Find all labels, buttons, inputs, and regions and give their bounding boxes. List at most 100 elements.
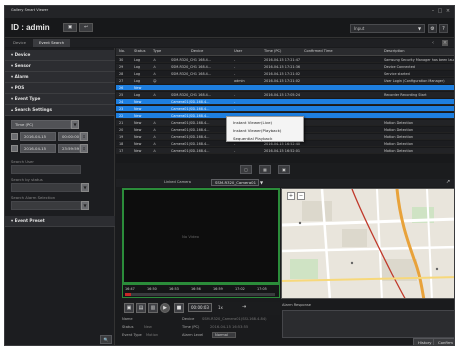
table-row[interactable]: 26 New [116, 85, 454, 91]
table-row[interactable]: 24 New Camera01(SSI-168.4... - [116, 99, 454, 105]
maximize-icon[interactable]: □ [437, 8, 443, 14]
search-status-select[interactable] [11, 183, 81, 192]
search-input[interactable]: Input [350, 24, 425, 33]
cell-status: New [134, 113, 142, 118]
play-icon[interactable]: ▶ [160, 303, 170, 313]
section-pos[interactable]: ▾ POS [5, 83, 115, 94]
tab-restore-icon[interactable]: ‹ [430, 40, 436, 46]
time-from-spinner[interactable]: ⇕ [80, 132, 88, 141]
col-status[interactable]: Status [134, 49, 145, 53]
timeline[interactable]: 16:47 16:50 16:53 16:56 16:59 17:02 17:0… [122, 284, 280, 298]
grid-header: No. Status Type Device User Time (PC) Co… [116, 48, 454, 56]
time-to-input[interactable]: 23:59:59 [58, 144, 80, 153]
cell-desc: Recorder Recording Start [384, 92, 427, 97]
menu-item-sequential-playback[interactable]: Sequential Playback [233, 136, 272, 141]
menu-item-instant-live[interactable]: Instant Viewer(Live) [233, 120, 272, 125]
search-alarm-select[interactable] [11, 201, 81, 210]
layout-split-button[interactable]: ▦ [259, 165, 271, 174]
confirm-button[interactable]: Confirm [433, 338, 454, 345]
date-from-input[interactable]: 2016-04-15 [20, 132, 56, 141]
cell-type: ⚠ [153, 134, 157, 139]
chevron-down-icon[interactable]: ▼ [418, 26, 421, 31]
linked-camera-select[interactable]: SSM-R320_Camera01 [211, 179, 259, 186]
cell-status: New [134, 99, 142, 104]
menu-item-instant-playback[interactable]: Instant Viewer(Playback) [233, 128, 281, 133]
zoom-out-icon[interactable]: − [297, 192, 305, 200]
print-icon[interactable]: ▤ [136, 303, 146, 313]
cell-status: Log [134, 71, 141, 76]
cell-time: 2016-04-15 17:21:36 [264, 64, 301, 69]
export-icon[interactable]: ▥ [148, 303, 158, 313]
search-user-input[interactable] [11, 165, 81, 174]
timeline-record-segment [125, 293, 131, 296]
time-type-select[interactable]: Time (PC) [11, 120, 71, 129]
search-button[interactable]: 🔍 [100, 335, 112, 344]
time-value: 2016-04-15 16:53:55 [210, 325, 249, 329]
cell-no: 24 [119, 99, 124, 104]
col-description[interactable]: Description [384, 49, 404, 53]
section-sensor[interactable]: ▾ Sensor [5, 61, 115, 72]
section-event-preset[interactable]: ▾ Event Preset [5, 216, 115, 227]
gear-icon[interactable]: ⚙ [428, 24, 437, 33]
chevron-down-icon[interactable]: ▼ [81, 201, 89, 210]
timeline-track[interactable] [125, 293, 275, 296]
logout-icon[interactable]: ↩ [79, 23, 93, 32]
section-alarm[interactable]: ▾ Alarm [5, 72, 115, 83]
section-search-settings[interactable]: ▴ Search Settings [5, 105, 115, 116]
video-viewer[interactable]: No Video [122, 188, 280, 284]
col-type[interactable]: Type [153, 49, 161, 53]
cell-device: Camera01(SSI-168.4... [171, 106, 210, 111]
cell-status: Log [134, 92, 141, 97]
stop-icon[interactable]: ■ [174, 303, 184, 313]
section-event-type[interactable]: ▾ Event Type [5, 94, 115, 105]
table-row[interactable]: 25 Log ⚠ SSM-R320_CH1 168.4... - 2016-04-15 1… [116, 92, 454, 98]
col-no[interactable]: No. [119, 49, 125, 53]
col-time[interactable]: Time (PC) [264, 49, 281, 53]
tab-event-search[interactable]: Event Search [33, 39, 71, 47]
table-row[interactable]: 23 New Camera01(SSI-168.4... - [116, 106, 454, 112]
alarm-level-select[interactable]: Normal [212, 332, 236, 338]
tab-close-icon[interactable]: × [442, 40, 448, 46]
zoom-in-icon[interactable]: + [287, 192, 295, 200]
chevron-down-icon[interactable]: ▼ [260, 180, 263, 185]
table-row[interactable]: 30 Log ⚠ SSM-R320_CH1 168.4... - 2016-04-15 1… [116, 57, 454, 63]
map-view[interactable]: + − [281, 188, 454, 299]
timeline-tick: 17:02 [235, 287, 245, 291]
capture-icon[interactable]: ▣ [124, 303, 134, 313]
chevron-down-icon[interactable]: ▼ [81, 183, 89, 192]
table-row[interactable]: 27 Log ☺ admin 2016-04-15 17:21:02 User Login… [116, 78, 454, 84]
table-row[interactable]: 17 New ⚠ Camera01(SSI-168.4... - 2016-04-15 1… [116, 148, 454, 154]
table-row[interactable]: 29 Log ⚠ SSM-R320_CH1 168.4... - 2016-04-15 1… [116, 64, 454, 70]
layout-map-button[interactable]: ▣ [278, 165, 290, 174]
col-device[interactable]: Device [191, 49, 203, 53]
table-row[interactable]: 28 Log ⚠ SSM-R320_CH1 168.4... - 2016-04-15 1… [116, 71, 454, 77]
time-from-input[interactable]: 00:00:00 [58, 132, 80, 141]
chevron-down-icon[interactable]: ▼ [71, 120, 79, 129]
calendar-icon[interactable] [11, 145, 18, 152]
time-to-spinner[interactable]: ⇕ [80, 144, 88, 153]
map-canvas [282, 189, 454, 298]
device-label: Device [182, 317, 195, 321]
alarm-response-input[interactable] [282, 310, 454, 338]
monitor-icon[interactable]: ▣ [63, 23, 77, 32]
section-label: Sensor [14, 63, 31, 68]
next-icon[interactable]: ⇥ [242, 304, 246, 310]
alarm-response-label: Alarm Response [282, 303, 311, 307]
col-user[interactable]: User [234, 49, 242, 53]
section-device[interactable]: ▾ Device [5, 50, 115, 61]
calendar-icon[interactable] [11, 133, 18, 140]
tab-device[interactable]: Device [7, 39, 32, 47]
cell-time: 2016-04-15 17:21:02 [264, 71, 301, 76]
layout-single-button[interactable]: ▢ [240, 165, 252, 174]
help-icon[interactable]: ? [439, 24, 448, 33]
cell-status: New [134, 127, 142, 132]
speed-label[interactable]: 1x [218, 305, 223, 310]
date-to-input[interactable]: 2016-04-15 [20, 144, 56, 153]
section-label: Event Preset [14, 218, 45, 223]
popout-icon[interactable]: ↗ [446, 179, 450, 185]
minimize-icon[interactable]: – [430, 8, 436, 14]
col-confirmed[interactable]: Confirmed Time [304, 49, 333, 53]
cell-status: New [134, 120, 142, 125]
close-icon[interactable]: × [445, 8, 451, 14]
cell-no: 26 [119, 85, 124, 90]
